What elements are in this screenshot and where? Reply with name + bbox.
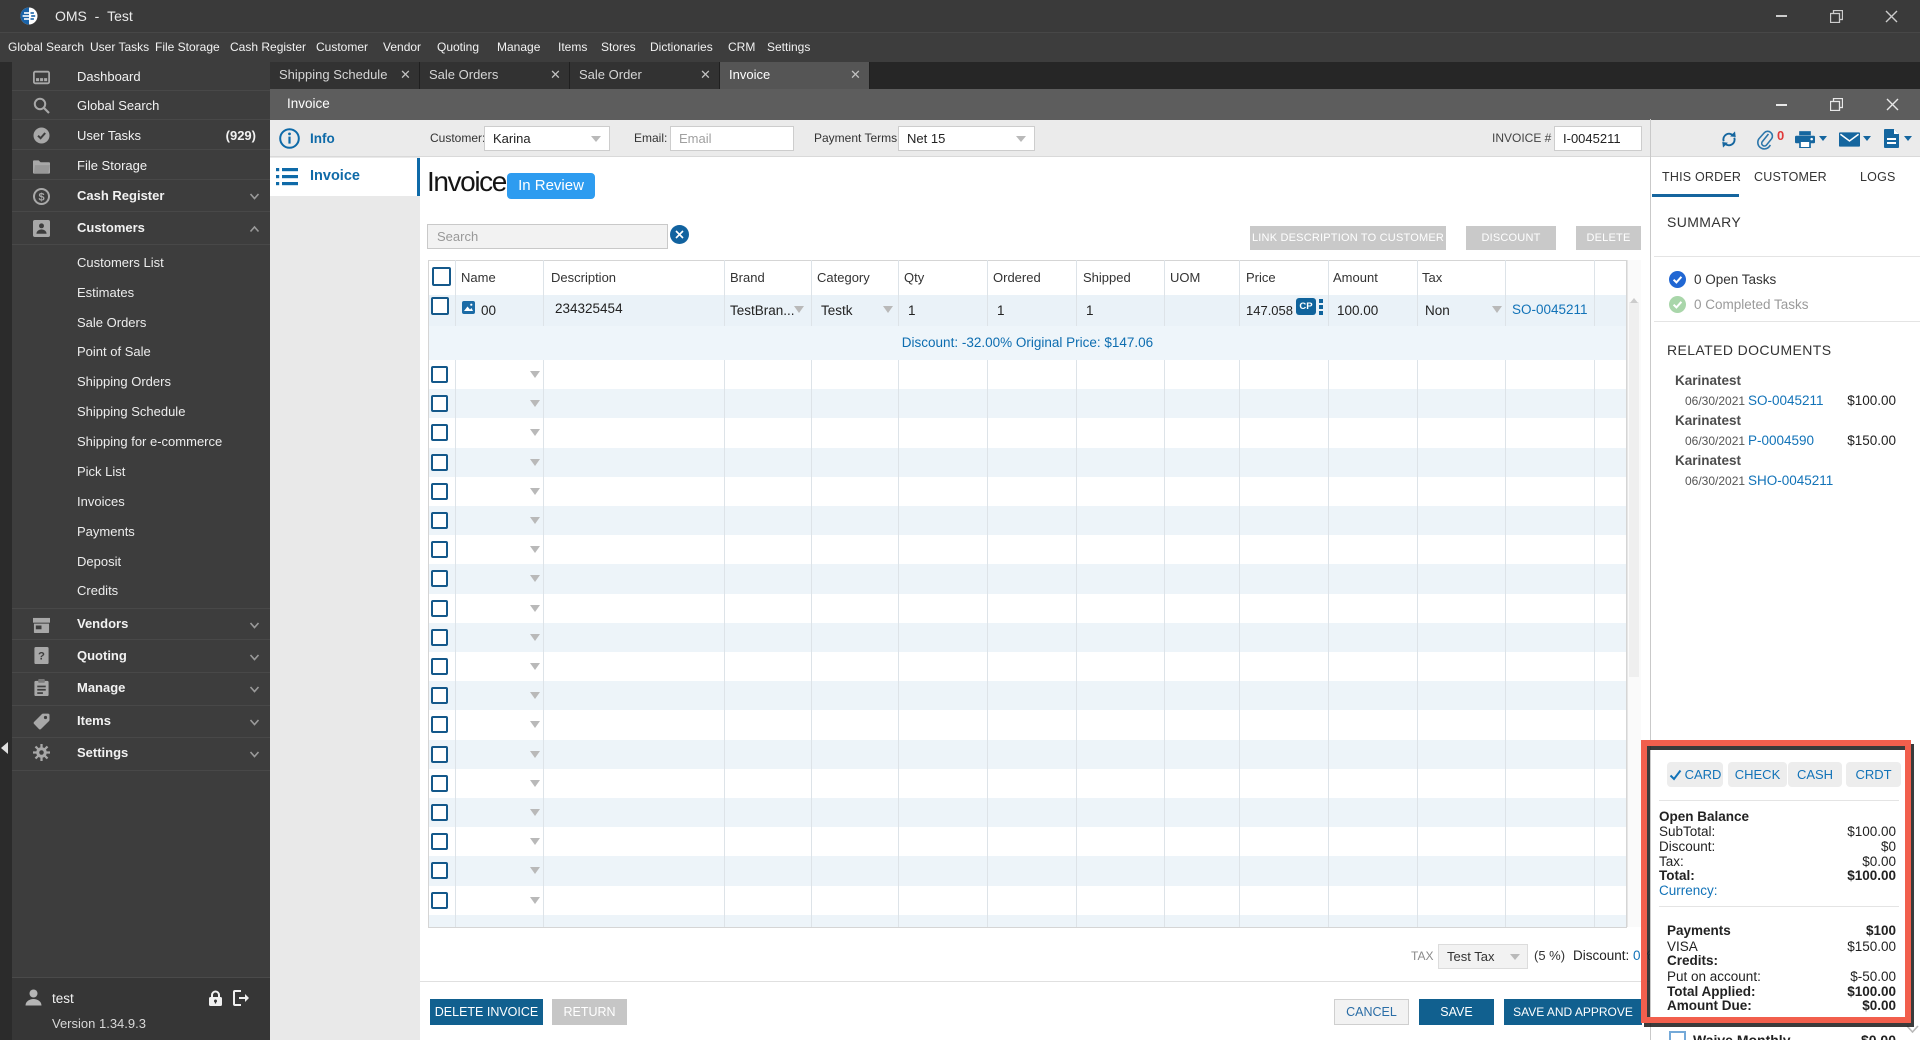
svg-text:?: ? xyxy=(38,650,45,662)
svg-text:$: $ xyxy=(38,191,44,203)
